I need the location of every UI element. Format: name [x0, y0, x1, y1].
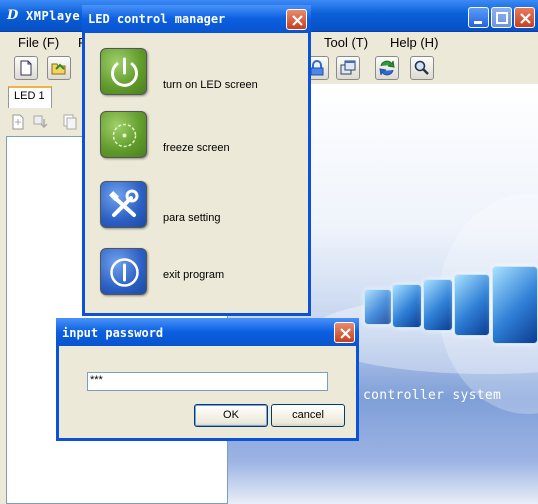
password-field[interactable]: ***	[87, 372, 328, 391]
exit-program-button[interactable]	[100, 248, 147, 295]
open-folder-icon	[51, 63, 66, 75]
refresh-icon	[379, 60, 395, 76]
cancel-button[interactable]: cancel	[271, 404, 345, 427]
input-password-dialog: input password *** OK cancel	[56, 318, 359, 441]
open-folder-button[interactable]	[47, 56, 71, 80]
tab-led-1[interactable]: LED 1	[8, 86, 52, 108]
turn-on-led-label: turn on LED screen	[163, 79, 258, 91]
search-icon	[414, 60, 429, 75]
para-setting-label: para setting	[163, 212, 221, 224]
windows-button[interactable]	[336, 56, 360, 80]
search-button[interactable]	[410, 56, 434, 80]
main-close-button[interactable]	[514, 7, 535, 28]
pwd-dialog-close-button[interactable]	[334, 322, 355, 343]
add-page-icon[interactable]	[10, 113, 28, 131]
menu-tool[interactable]: Tool (T)	[324, 35, 368, 50]
led-panel-graphic	[423, 279, 453, 331]
ok-button[interactable]: OK	[194, 404, 268, 427]
led-panel-graphic	[492, 266, 538, 344]
led-dialog-title: LED control manager	[88, 12, 226, 26]
led-panel-graphic	[364, 289, 392, 325]
maximize-button[interactable]	[491, 7, 512, 28]
led-panel-graphic	[454, 274, 490, 336]
tab-label: LED 1	[14, 90, 45, 102]
menu-file[interactable]: File (F)	[18, 35, 59, 50]
led-dialog-titlebar: LED control manager	[82, 5, 311, 33]
new-document-icon	[20, 60, 32, 76]
main-window-title: XMPlaye	[26, 9, 81, 23]
splash-caption: controller system	[363, 388, 502, 403]
close-icon	[520, 13, 531, 24]
tools-icon	[109, 189, 139, 217]
move-down-icon[interactable]	[32, 113, 50, 131]
maximize-icon	[496, 12, 508, 24]
minimize-button[interactable]	[468, 7, 489, 28]
new-document-button[interactable]	[14, 56, 38, 80]
freeze-screen-label: freeze screen	[163, 142, 230, 154]
refresh-button[interactable]	[375, 56, 399, 80]
freeze-icon	[112, 123, 137, 148]
close-icon	[292, 15, 303, 26]
menu-help[interactable]: Help (H)	[390, 35, 438, 50]
close-icon	[340, 328, 351, 339]
power-icon	[111, 57, 138, 87]
led-dialog-close-button[interactable]	[286, 9, 307, 30]
freeze-screen-button[interactable]	[100, 111, 147, 158]
led-control-manager-dialog: LED control manager turn on LED screen f…	[82, 5, 311, 316]
app-logo-icon: D	[7, 8, 19, 23]
pwd-dialog-title: input password	[62, 326, 164, 340]
para-setting-button[interactable]	[100, 181, 147, 228]
led-panel-graphic	[392, 284, 422, 328]
pwd-dialog-titlebar: input password	[56, 318, 359, 346]
turn-on-led-button[interactable]	[100, 48, 147, 95]
windows-icon	[340, 60, 356, 75]
exit-program-label: exit program	[163, 269, 225, 281]
minimize-icon	[474, 21, 482, 24]
copy-page-icon[interactable]	[60, 113, 78, 131]
exit-icon	[110, 258, 139, 287]
